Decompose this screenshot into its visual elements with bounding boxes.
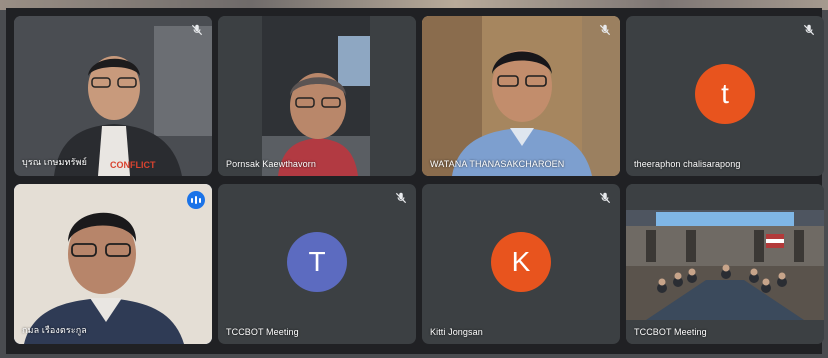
participant-video — [422, 16, 620, 176]
shirt-text: CONFLICT — [110, 160, 156, 170]
participant-tile[interactable]: WATANA THANASAKCHAROEN — [422, 16, 620, 176]
participant-name: theeraphon chalisarapong — [634, 159, 741, 169]
participant-tile[interactable]: t theeraphon chalisarapong — [626, 16, 824, 176]
participant-tile[interactable]: Pornsak Kaewthavorn — [218, 16, 416, 176]
mic-off-icon — [395, 192, 407, 204]
participant-tile-active-speaker[interactable]: กมล เรืองตระกูล — [14, 184, 212, 344]
participant-tile[interactable]: T TCCBOT Meeting — [218, 184, 416, 344]
participant-name: WATANA THANASAKCHAROEN — [430, 159, 565, 169]
participant-avatar: t — [695, 64, 755, 124]
mic-off-icon — [599, 24, 611, 36]
mic-off-icon — [803, 24, 815, 36]
participant-video: CONFLICT — [14, 16, 212, 176]
conference-room-video — [626, 184, 824, 344]
participant-name: TCCBOT Meeting — [226, 327, 299, 337]
participant-video — [218, 16, 416, 176]
participant-video — [14, 184, 212, 344]
participant-name: TCCBOT Meeting — [634, 327, 707, 337]
meeting-grid: CONFLICT บุรณ เกษมทรัพย์ Pornsak Kaewtha… — [6, 8, 824, 354]
audio-level-icon — [187, 191, 205, 209]
participant-name: Pornsak Kaewthavorn — [226, 159, 316, 169]
mic-off-icon — [191, 24, 203, 36]
participant-name: บุรณ เกษมทรัพย์ — [22, 157, 87, 167]
participant-tile[interactable]: TCCBOT Meeting — [626, 184, 824, 344]
participant-avatar: K — [491, 232, 551, 292]
participant-name: กมล เรืองตระกูล — [22, 325, 87, 335]
participant-avatar: T — [287, 232, 347, 292]
mic-off-icon — [599, 192, 611, 204]
participant-name: Kitti Jongsan — [430, 327, 483, 337]
participant-tile[interactable]: K Kitti Jongsan — [422, 184, 620, 344]
participant-tile[interactable]: CONFLICT บุรณ เกษมทรัพย์ — [14, 16, 212, 176]
